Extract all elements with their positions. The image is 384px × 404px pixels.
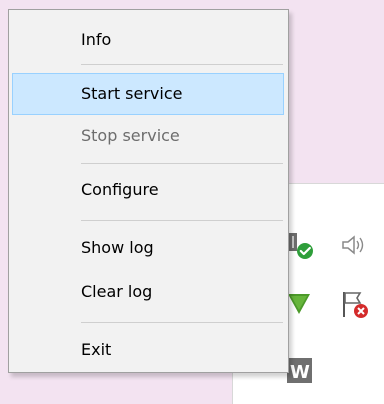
menu-item-label: Info [81,30,112,49]
desktop-screen: { "menu": { "items": [ {"label": "Info",… [0,0,384,404]
menu-item-start-service[interactable]: Start service [12,73,284,115]
svg-text:W: W [290,362,310,383]
menu-item-info[interactable]: Info [12,19,284,61]
menu-item-label: Configure [81,180,159,199]
menu-item-stop-service: Stop service [12,115,284,157]
network-check-icon[interactable] [286,231,316,261]
menu-item-label: Stop service [81,126,180,145]
menu-item-label: Exit [81,340,112,359]
speaker-icon[interactable] [340,233,366,257]
menu-separator [81,322,283,323]
flag-error-icon[interactable] [341,290,371,320]
menu-item-show-log[interactable]: Show log [12,227,284,269]
menu-item-exit[interactable]: Exit [12,329,284,371]
tray-context-menu: Info Start service Stop service Configur… [8,9,289,373]
w-app-icon[interactable]: W [286,357,313,384]
green-arrow-icon[interactable] [286,290,312,316]
menu-item-label: Start service [81,84,183,103]
menu-separator [81,64,283,65]
menu-separator [81,220,283,221]
menu-item-label: Show log [81,238,154,257]
menu-separator [81,163,283,164]
menu-item-clear-log[interactable]: Clear log [12,271,284,313]
menu-item-configure[interactable]: Configure [12,169,284,211]
menu-item-label: Clear log [81,282,153,301]
